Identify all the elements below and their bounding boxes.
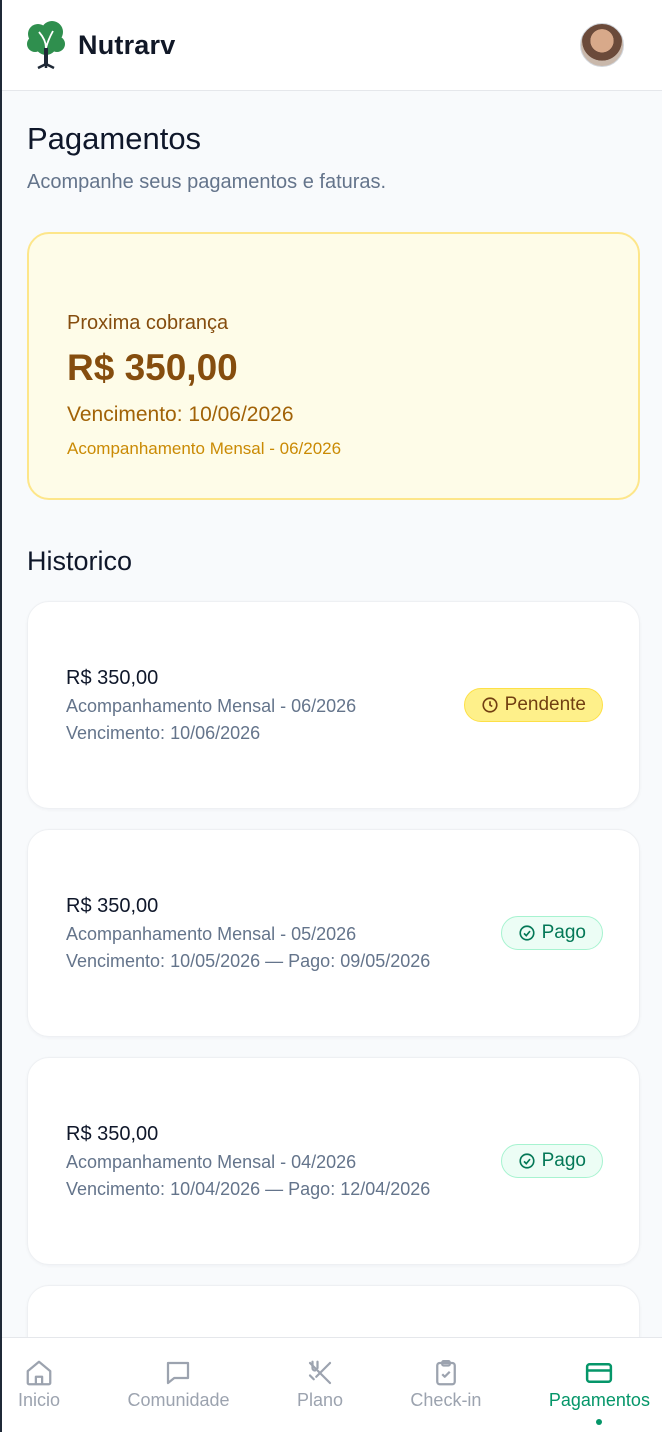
- status-badge: Pago: [500, 1144, 603, 1178]
- nav-item-check-in[interactable]: Check-in: [410, 1338, 481, 1432]
- utensils-icon: [308, 1360, 332, 1385]
- payment-info: R$ 350,00 Acompanhamento Mensal - 05/202…: [66, 895, 430, 972]
- check-circle-icon: [519, 1153, 535, 1169]
- payment-description: Acompanhamento Mensal - 04/2026: [66, 1151, 357, 1172]
- payment-info: R$ 350,00 Acompanhamento Mensal - 04/202…: [66, 1123, 430, 1200]
- user-avatar[interactable]: [580, 23, 624, 67]
- payment-card[interactable]: [27, 1285, 640, 1337]
- status-label: Pago: [541, 922, 586, 943]
- nav-label: Plano: [296, 1390, 343, 1410]
- payment-due: Vencimento: 10/04/2026 — Pago: 12/04/202…: [66, 1178, 431, 1199]
- status-label: Pendente: [504, 694, 586, 715]
- payment-description: Acompanhamento Mensal - 06/2026: [66, 695, 357, 716]
- home-icon: [26, 1360, 52, 1386]
- chat-icon: [167, 1361, 190, 1385]
- status-badge: Pago: [500, 916, 603, 950]
- payment-due: Vencimento: 10/05/2026 — Pago: 09/05/202…: [66, 950, 431, 971]
- main-content: Pagamentos Acompanhe seus pagamentos e f…: [2, 91, 662, 1337]
- app-root: Nutrarv Pagamentos Acompanhe seus pagame…: [0, 0, 662, 1432]
- nav-label: Comunidade: [127, 1390, 230, 1410]
- brand[interactable]: Nutrarv: [26, 20, 175, 70]
- next-charge-description: Acompanhamento Mensal - 06/2026: [67, 439, 342, 458]
- payment-amount: R$ 350,00: [66, 894, 159, 917]
- status-label: Pago: [541, 1150, 586, 1171]
- payment-card[interactable]: R$ 350,00 Acompanhamento Mensal - 05/202…: [27, 829, 640, 1037]
- payment-card[interactable]: R$ 350,00 Acompanhamento Mensal - 04/202…: [27, 1057, 640, 1265]
- payment-card[interactable]: R$ 350,00 Acompanhamento Mensal - 06/202…: [27, 601, 640, 809]
- nav-label: Pagamentos: [548, 1390, 650, 1410]
- tree-logo-icon: [26, 20, 66, 70]
- status-badge: Pendente: [463, 688, 603, 722]
- next-charge-due: Vencimento: 10/06/2026: [67, 403, 294, 426]
- clock-icon: [482, 697, 498, 713]
- bottom-nav: Inicio Comunidade Plano Check-in Pagamen…: [2, 1337, 662, 1432]
- payment-description: Acompanhamento Mensal - 05/2026: [66, 923, 357, 944]
- next-charge-amount: R$ 350,00: [67, 347, 238, 388]
- payment-due: Vencimento: 10/06/2026: [66, 722, 261, 743]
- payment-amount: R$ 350,00: [66, 666, 159, 689]
- nav-item-plano[interactable]: Plano: [297, 1338, 343, 1432]
- check-circle-icon: [519, 925, 535, 941]
- nav-label: Inicio: [18, 1390, 61, 1410]
- nav-item-pagamentos[interactable]: Pagamentos: [549, 1338, 650, 1432]
- next-charge-label: Proxima cobrança: [67, 312, 229, 334]
- active-indicator-dot: [596, 1419, 603, 1425]
- top-bar: Nutrarv: [2, 0, 662, 91]
- payment-info: R$ 350,00 Acompanhamento Mensal - 06/202…: [66, 667, 356, 744]
- nav-item-comunidade[interactable]: Comunidade: [127, 1338, 230, 1432]
- payment-history-list: R$ 350,00 Acompanhamento Mensal - 06/202…: [27, 601, 640, 1337]
- page-title: Pagamentos: [27, 121, 202, 156]
- payment-amount: R$ 350,00: [66, 1122, 159, 1145]
- nav-item-inicio[interactable]: Inicio: [18, 1338, 60, 1432]
- history-title: Historico: [27, 546, 133, 576]
- credit-card-icon: [586, 1363, 613, 1383]
- next-charge-card: Proxima cobrança R$ 350,00 Vencimento: 1…: [27, 232, 640, 500]
- nav-label: Check-in: [410, 1390, 482, 1410]
- app-name: Nutrarv: [78, 29, 176, 60]
- page-subtitle: Acompanhe seus pagamentos e faturas.: [27, 171, 387, 193]
- clipboard-check-icon: [436, 1360, 456, 1386]
